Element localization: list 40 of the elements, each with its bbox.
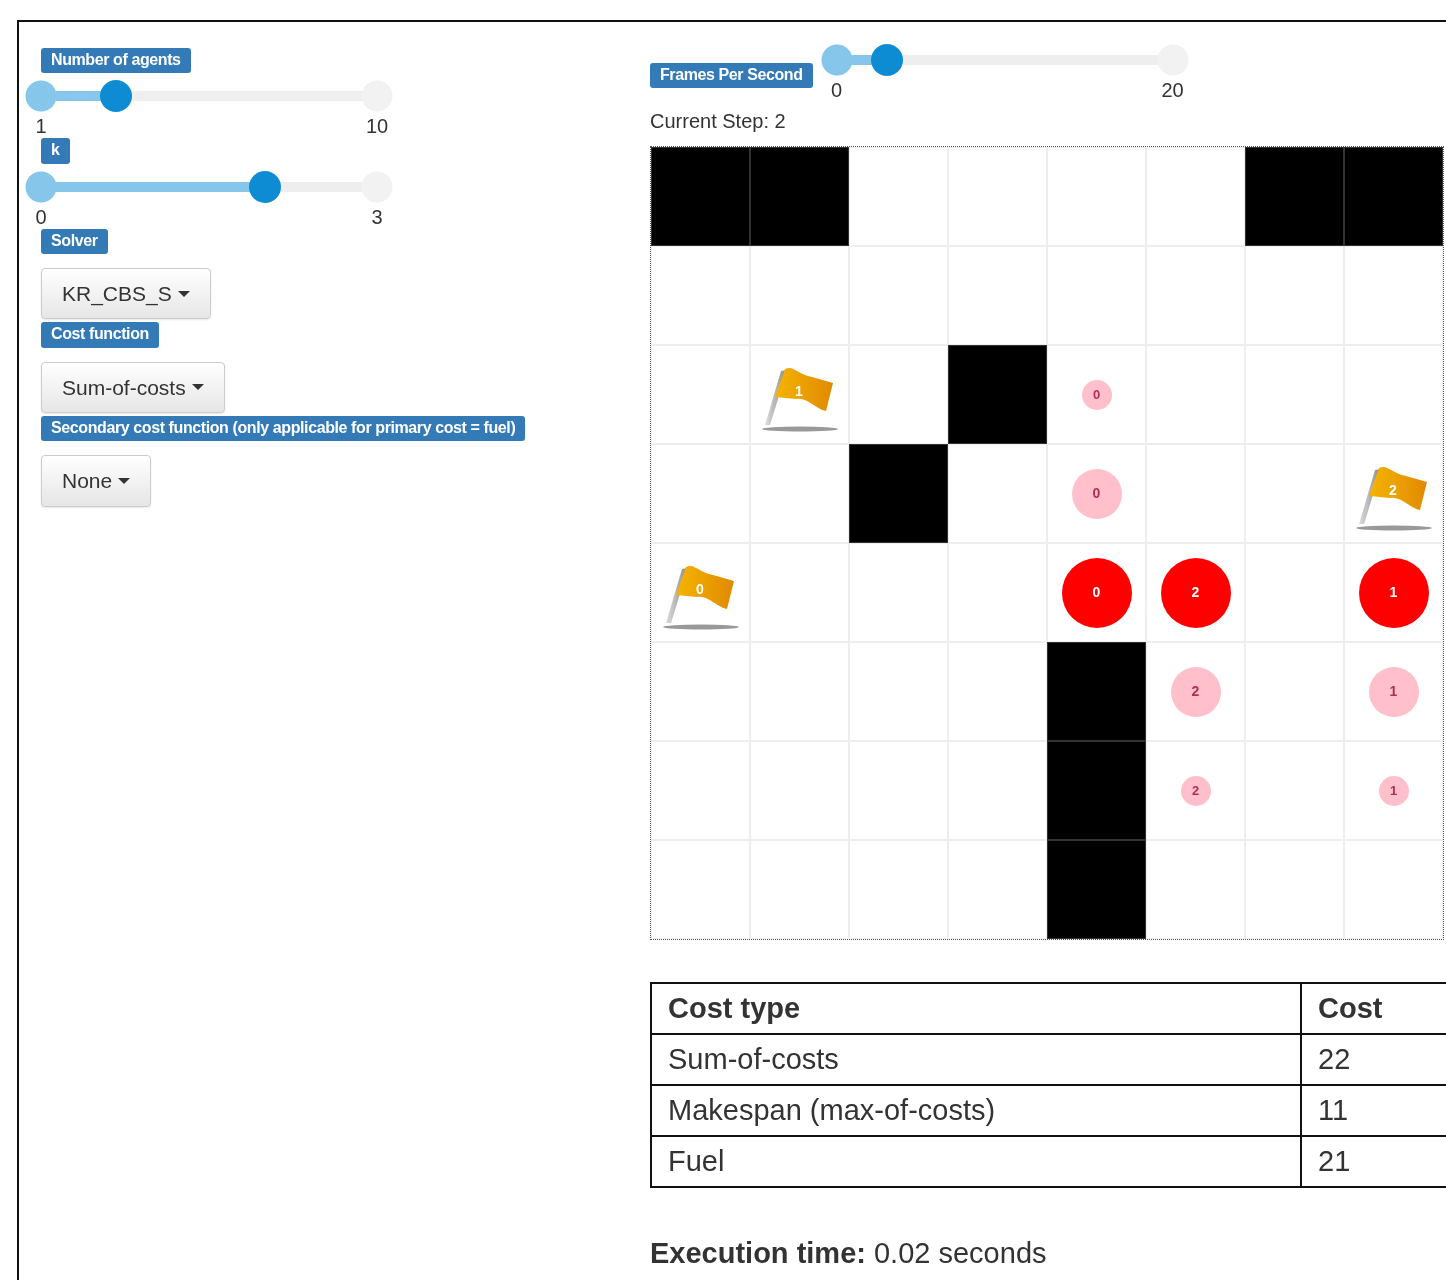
dropdown-button[interactable]: Sum-of-costs [41, 361, 225, 413]
slider-min-label: 0 [830, 78, 844, 102]
slider-max-label: 10 [364, 114, 390, 139]
caret-icon [191, 384, 204, 391]
control-label: Frames Per Second [650, 63, 813, 89]
control-label: Secondary cost function (only applicable for primary cost = fuel) [41, 415, 526, 442]
agent-marker: 0 [1061, 557, 1132, 628]
goal-label: 0 [696, 582, 704, 596]
column-header: Cost [1301, 983, 1446, 1034]
table-cell: Sum-of-costs [651, 1033, 1301, 1085]
caret-icon [177, 290, 190, 297]
execution-time: Execution time: 0.02 seconds [650, 1235, 1048, 1271]
slider-max-label: 20 [1160, 78, 1185, 102]
control-label: Cost function [41, 322, 159, 348]
dropdown-button[interactable]: KR_CBS_S [41, 268, 211, 320]
agent-marker: 1 [1358, 557, 1429, 628]
slider-handle[interactable] [249, 170, 282, 203]
slider-handle[interactable] [871, 44, 903, 76]
control-label: k [41, 138, 70, 164]
path-marker: 0 [1081, 379, 1112, 410]
goal-label: 2 [1389, 483, 1397, 497]
path-marker: 1 [1368, 666, 1419, 717]
slider-min-label: 1 [34, 114, 48, 139]
slider-max-label: 3 [370, 204, 384, 229]
table-cell: Fuel [651, 1135, 1301, 1187]
path-marker: 1 [1378, 775, 1409, 806]
step-counter: Current Step: 2 [650, 109, 787, 134]
control-label: Solver [41, 228, 108, 255]
goal-label: 1 [795, 384, 803, 398]
column-header: Cost type [651, 983, 1301, 1034]
caret-icon [118, 477, 131, 484]
slider-min-label: 0 [34, 204, 48, 229]
agent-marker: 2 [1160, 557, 1231, 628]
path-marker: 0 [1071, 468, 1122, 519]
dropdown-button[interactable]: None [41, 455, 152, 507]
slider-handle[interactable] [99, 80, 132, 113]
path-marker: 2 [1180, 775, 1211, 806]
control-label: Number of agents [41, 48, 191, 74]
path-marker: 2 [1170, 666, 1221, 717]
table-cell: Makespan (max-of-costs) [651, 1084, 1301, 1136]
